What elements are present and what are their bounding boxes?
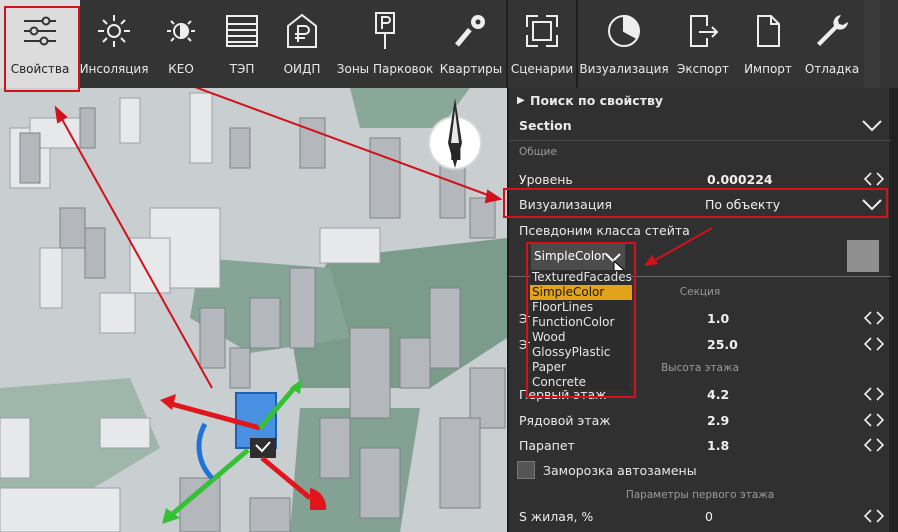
- group-general: Общие: [509, 141, 891, 163]
- group-first-floor-params-label: Параметры первого этажа: [625, 489, 775, 501]
- freeze-row[interactable]: Заморозка автозамены: [509, 458, 891, 483]
- keys-icon: [450, 10, 492, 52]
- parapet-value[interactable]: 1.8: [707, 438, 729, 453]
- annotation-arrow: [644, 227, 713, 266]
- tool-keo-label: КЕО: [168, 62, 194, 76]
- visualization-value[interactable]: По объекту: [705, 197, 780, 212]
- stepper-arrows-icon[interactable]: [863, 508, 885, 524]
- pie-chart-icon: [603, 10, 645, 52]
- parking-sign-icon: [364, 10, 406, 52]
- tool-scenarios[interactable]: Сценарии: [508, 0, 576, 88]
- typical-floor-value[interactable]: 2.9: [707, 413, 729, 428]
- tool-visualization[interactable]: Визуализация: [578, 0, 670, 88]
- level-row: Уровень 0.000224: [509, 167, 891, 192]
- parapet-label: Парапет: [519, 438, 575, 453]
- tool-export[interactable]: Экспорт: [670, 0, 736, 88]
- e2-value[interactable]: 25.0: [707, 337, 738, 352]
- stepper-arrows-icon[interactable]: [863, 171, 885, 187]
- tool-import-label: Импорт: [744, 62, 792, 76]
- tool-visualization-label: Визуализация: [579, 62, 669, 76]
- search-by-property-label: Поиск по свойству: [530, 93, 664, 108]
- alias-select-value: SimpleColor: [534, 249, 607, 263]
- ruble-house-icon: [281, 10, 323, 52]
- color-swatch[interactable]: [847, 240, 879, 272]
- sun-icon: [93, 10, 135, 52]
- selection-handle[interactable]: [250, 438, 276, 458]
- section-header[interactable]: Section: [509, 112, 891, 138]
- tool-debug[interactable]: Отладка: [800, 0, 864, 88]
- main-toolbar: Свойства Инсоляция КЕО ТЭП ОИДП Зоны Пар…: [0, 0, 898, 88]
- city-scene: N: [0, 88, 507, 532]
- tool-export-label: Экспорт: [676, 62, 730, 76]
- 3d-viewport[interactable]: N: [0, 88, 507, 532]
- dropdown-option[interactable]: Paper: [530, 360, 630, 375]
- group-general-label: Общие: [519, 146, 557, 158]
- sliders-icon: [19, 10, 61, 52]
- tool-apartments[interactable]: Квартиры: [436, 0, 506, 88]
- dropdown-option[interactable]: TexturedFacades: [530, 270, 632, 285]
- stepper-arrows-icon[interactable]: [863, 412, 885, 428]
- section-title: Section: [519, 117, 572, 133]
- stepper-arrows-icon[interactable]: [863, 310, 885, 326]
- first-floor-value[interactable]: 4.2: [707, 387, 729, 402]
- visualization-row[interactable]: Визуализация По объекту: [509, 192, 891, 217]
- tool-import[interactable]: Импорт: [736, 0, 800, 88]
- tool-debug-label: Отладка: [804, 62, 860, 76]
- half-sun-icon: [160, 10, 202, 52]
- e1-value[interactable]: 1.0: [707, 311, 729, 326]
- s-living-row: S жилая, % 0: [509, 504, 891, 529]
- stepper-arrows-icon[interactable]: [863, 336, 885, 352]
- dropdown-option[interactable]: Wood: [530, 330, 630, 345]
- chevron-down-icon[interactable]: [861, 196, 883, 212]
- document-icon: [747, 10, 789, 52]
- tool-parking-label: Зоны Парковок: [336, 62, 434, 76]
- tool-parking[interactable]: Зоны Парковок: [334, 0, 436, 88]
- tool-tep[interactable]: ТЭП: [214, 0, 270, 88]
- s-living-value[interactable]: 0: [705, 509, 713, 524]
- dropdown-option[interactable]: FunctionColor: [530, 315, 630, 330]
- scenario-icon: [521, 10, 563, 52]
- typical-floor-row: Рядовой этаж 2.9: [509, 408, 891, 433]
- table-icon: [221, 10, 263, 52]
- tool-insolation[interactable]: Инсоляция: [80, 0, 148, 88]
- chevron-down-icon[interactable]: [861, 117, 883, 133]
- tool-keo[interactable]: КЕО: [148, 0, 214, 88]
- parapet-row: Парапет 1.8: [509, 433, 891, 458]
- dropdown-option[interactable]: Concrete: [530, 375, 630, 390]
- tool-tep-label: ТЭП: [229, 62, 255, 76]
- freeze-checkbox[interactable]: [517, 461, 535, 479]
- stepper-arrows-icon[interactable]: [863, 437, 885, 453]
- visualization-label: Визуализация: [519, 197, 612, 212]
- wrench-icon: [811, 10, 853, 52]
- toolbar-overflow: [864, 0, 880, 88]
- level-value[interactable]: 0.000224: [707, 172, 773, 187]
- freeze-label: Заморозка автозамены: [543, 463, 697, 478]
- dropdown-option-selected[interactable]: SimpleColor: [530, 285, 632, 300]
- dropdown-option[interactable]: FloorLines: [530, 300, 630, 315]
- typical-floor-label: Рядовой этаж: [519, 413, 611, 428]
- tool-scenarios-label: Сценарии: [510, 62, 574, 76]
- alias-select[interactable]: SimpleColor: [531, 244, 625, 270]
- dropdown-option[interactable]: GlossyPlastic: [530, 345, 630, 360]
- triangle-right-icon: ▶: [517, 95, 525, 106]
- tool-insolation-label: Инсоляция: [79, 62, 149, 76]
- level-label: Уровень: [519, 172, 573, 187]
- stepper-arrows-icon[interactable]: [863, 386, 885, 402]
- tool-properties[interactable]: Свойства: [0, 0, 80, 88]
- search-by-property[interactable]: ▶ Поиск по свойству: [509, 88, 891, 113]
- tool-oidp[interactable]: ОИДП: [270, 0, 334, 88]
- tool-properties-label: Свойства: [10, 62, 70, 76]
- compass-letter: N: [450, 148, 462, 164]
- alias-dropdown-list: TexturedFacades SimpleColor FloorLines F…: [530, 270, 632, 390]
- s-living-label: S жилая, %: [519, 509, 594, 524]
- tool-apartments-label: Квартиры: [439, 62, 503, 76]
- tool-oidp-label: ОИДП: [283, 62, 321, 76]
- export-icon: [682, 10, 724, 52]
